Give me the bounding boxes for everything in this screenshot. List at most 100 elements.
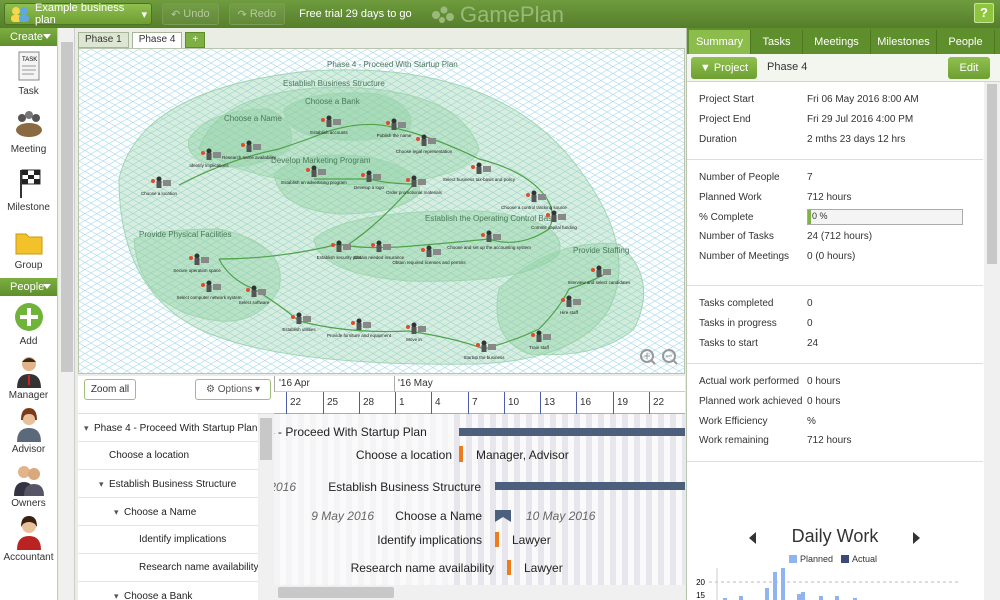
add-tab-button[interactable]: + [185, 32, 206, 48]
month-label-may: '16 May [398, 378, 433, 389]
gantt-label-location: Choose a location [356, 448, 452, 462]
day-divider [286, 392, 287, 414]
summary-bar-ebs[interactable] [495, 482, 685, 490]
percent-complete-value: 0 % [812, 211, 828, 222]
person-advisor[interactable]: Advisor [0, 404, 57, 458]
tab-phase-4[interactable]: Phase 4 [131, 32, 183, 49]
gantt-label-research: Research name availability [351, 561, 494, 575]
undo-button[interactable]: ↶ Undo [162, 3, 219, 25]
summary-key: Work remaining [699, 435, 769, 447]
create-meeting-label: Meeting [10, 144, 47, 155]
summary-row: Tasks to start 24 [699, 333, 983, 353]
planned-bar [797, 594, 801, 600]
day-divider [613, 392, 614, 414]
create-milestone[interactable]: Milestone [0, 162, 57, 220]
gantt-date-name-end: 10 May 2016 [526, 509, 596, 523]
scrollbar-thumb[interactable] [260, 418, 272, 460]
day-divider [468, 392, 469, 414]
task-tree: ▾ Phase 4 - Proceed With Startup Plan Choo… [78, 414, 258, 600]
create-group[interactable]: Group [0, 220, 57, 278]
meeting-icon [14, 108, 44, 142]
project-filter-button[interactable]: ▼ Project [691, 57, 757, 79]
tree-row[interactable]: Research name availability [78, 554, 258, 582]
summary-scrollbar[interactable] [984, 82, 1000, 600]
group-folder-icon [14, 224, 44, 258]
tab-summary[interactable]: Summary [689, 30, 751, 54]
tab-phase-1[interactable]: Phase 1 [78, 32, 129, 48]
day-label: 7 [472, 397, 478, 408]
task-node-label: Choose a location [141, 191, 178, 196]
tree-row[interactable]: ▾ Phase 4 - Proceed With Startup Plan [78, 414, 258, 442]
svg-text:TASK: TASK [22, 57, 37, 63]
scrollbar-thumb[interactable] [987, 84, 997, 264]
summary-section: Project Start Fri 06 May 2016 8:00 AM Proj… [687, 82, 983, 160]
summary-tabs: Summary Tasks Meetings Milestones People [687, 28, 1000, 54]
tree-toggle-icon[interactable]: ▾ [114, 582, 124, 600]
day-divider [649, 392, 650, 414]
people-header[interactable]: People [0, 278, 57, 296]
scrollbar-thumb[interactable] [61, 42, 73, 372]
plan-selector-button[interactable]: Example business plan ▾ [4, 2, 152, 26]
current-phase-label: Phase 4 [767, 61, 808, 73]
gantt-chart[interactable]: e 4 - Proceed With Startup Plan Choose a… [274, 414, 685, 600]
edit-button[interactable]: Edit [948, 57, 990, 79]
person-accountant[interactable]: Accountant [0, 512, 57, 566]
task-node-label: Publish the name [377, 133, 412, 138]
advisor-label: Advisor [11, 444, 46, 455]
tree-row[interactable]: Identify implications [78, 526, 258, 554]
day-label: 10 [508, 397, 520, 408]
tab-tasks[interactable]: Tasks [751, 30, 803, 54]
gantt-timeline: '16 Apr '16 May 22 25 28 1 4 7 10 13 16 19 22 e 4 … [274, 376, 685, 600]
tree-toggle-icon[interactable]: ▾ [114, 498, 124, 526]
phase-summary-bar[interactable] [459, 428, 685, 436]
add-person[interactable]: Add [0, 296, 57, 350]
tree-row[interactable]: ▾ Choose a Bank [78, 582, 258, 600]
tree-toggle-icon[interactable]: ▾ [99, 470, 109, 498]
summary-row: Actual work performed 0 hours [699, 372, 983, 392]
task-node-label: Move in [406, 337, 422, 342]
group-label: Establish the Operating Control Base [425, 214, 557, 223]
tree-row[interactable]: Choose a location [78, 442, 258, 470]
summary-value: 0 hours [807, 396, 841, 408]
trial-notice: Free trial 29 days to go [299, 8, 412, 20]
task-bar-research[interactable] [507, 560, 511, 575]
plan-map-canvas[interactable]: Establish Business Structure Choose a Ban… [78, 48, 685, 374]
tab-milestones[interactable]: Milestones [871, 30, 937, 54]
gear-icon: ⚙ [205, 384, 218, 395]
options-label: Options [217, 384, 253, 395]
create-task[interactable]: TASK Task [0, 46, 57, 104]
zoom-all-button[interactable]: Zoom all [84, 379, 136, 400]
gantt-horizontal-scrollbar[interactable] [274, 585, 685, 600]
tree-row[interactable]: ▾ Establish Business Structure [78, 470, 258, 498]
tab-people[interactable]: People [937, 30, 995, 54]
summary-content: Project Start Fri 06 May 2016 8:00 AM Proj… [687, 82, 983, 600]
tab-meetings[interactable]: Meetings [803, 30, 871, 54]
task-node-label: Interview and select candidates [568, 280, 632, 285]
person-owners[interactable]: Owners [0, 458, 57, 512]
help-button[interactable]: ? [974, 3, 994, 23]
task-node-label: Develop a logo [354, 185, 385, 190]
summary-key: % Complete [699, 211, 754, 223]
create-meeting[interactable]: Meeting [0, 104, 57, 162]
create-header[interactable]: Create [0, 28, 57, 46]
day-label: 19 [617, 397, 629, 408]
gantt-label-phase: e 4 - Proceed With Startup Plan [274, 425, 427, 439]
task-tree-scrollbar[interactable] [258, 414, 274, 600]
left-palette-scrollbar[interactable] [59, 28, 75, 600]
gantt-bars-area[interactable]: e 4 - Proceed With Startup Plan Choose a… [274, 414, 685, 600]
tree-toggle-icon[interactable]: ▾ [84, 414, 94, 442]
person-manager[interactable]: Manager [0, 350, 57, 404]
summary-row: Project Start Fri 06 May 2016 8:00 AM [699, 90, 983, 110]
redo-label: Redo [249, 8, 277, 20]
summary-value: Fri 29 Jul 2016 4:00 PM [807, 114, 914, 126]
summary-key: Work Efficiency [699, 415, 768, 427]
options-button[interactable]: ⚙ Options ▾ [195, 379, 271, 400]
summary-row: Number of Tasks 24 (712 hours) [699, 227, 983, 247]
tree-row[interactable]: ▾ Choose a Name [78, 498, 258, 526]
scrollbar-thumb[interactable] [278, 587, 394, 598]
task-bar-location[interactable] [459, 446, 463, 462]
plan-map[interactable]: Establish Business Structure Choose a Ban… [79, 49, 685, 374]
redo-button[interactable]: ↷ Redo [228, 3, 286, 25]
task-bar-identify[interactable] [495, 532, 499, 547]
month-divider [274, 376, 275, 392]
